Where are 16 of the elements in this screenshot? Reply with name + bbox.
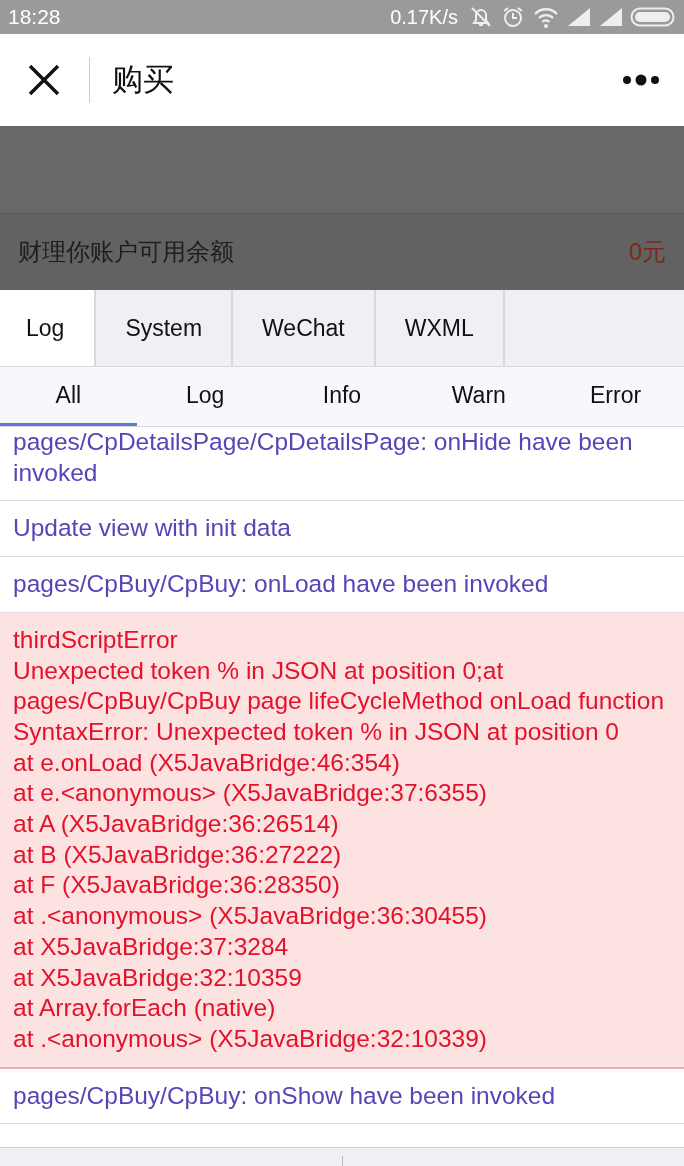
status-time: 18:28 [8, 5, 61, 29]
error-entry: thirdScriptError Unexpected token % in JSON at position 0;at pages/CpBuy/CpBuy page lifeCycleMethod onLoad function SyntaxError: Unexpected token % in JSON at position 0 at e.onLoad (X5JavaBridge:46:354) at e.<anonymous> (X5JavaBridge:37:6355) at A (X5JavaBridge:36:26514) at B (X5JavaBridge:36:27222) at F (X5JavaBridge:36:28350) at .<anonymous> (X5JavaBridge:36:30455) at X5JavaBridge:37:3284 at X5JavaBridge:32:10359 at Array.forEach (native) at .<anonymous> (X5JavaBridge:32:10339) [0, 612, 684, 1069]
console-tab[interactable]: Log [0, 290, 97, 366]
more-icon[interactable] [622, 74, 660, 86]
network-speed: 0.17K/s [390, 5, 458, 29]
balance-label: 财理你账户可用余额 [18, 237, 234, 267]
filter-tab[interactable]: Warn [410, 367, 548, 426]
signal-icon [598, 6, 624, 28]
filter-tab[interactable]: Info [273, 367, 411, 426]
close-icon[interactable] [27, 63, 61, 97]
filter-tab[interactable]: Error [547, 367, 684, 426]
signal-icon [566, 6, 592, 28]
balance-amount: 0元 [628, 237, 666, 267]
filter-tab[interactable]: Log [136, 367, 274, 426]
page-title: 购买 [112, 61, 175, 99]
battery-icon [630, 6, 676, 28]
